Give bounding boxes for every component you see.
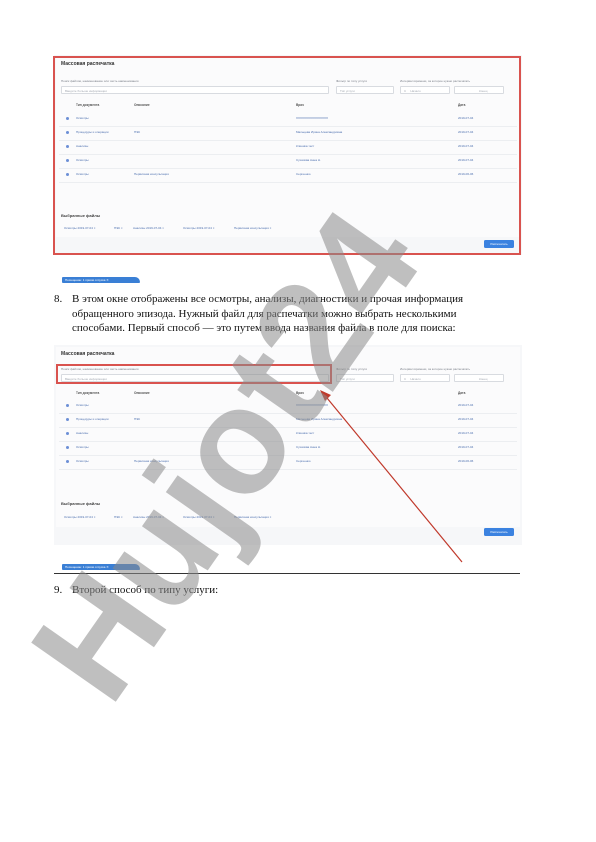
arrow-shaft <box>326 397 463 563</box>
list-item-9: 9. Второй способ по типу услуги: <box>54 583 524 599</box>
item-line: Второй способ по типу услуги: <box>72 584 219 596</box>
divider-line <box>54 573 520 574</box>
item-number: 9. <box>54 584 63 596</box>
arrow-head-icon <box>320 390 331 401</box>
pointer-arrow <box>320 390 463 563</box>
